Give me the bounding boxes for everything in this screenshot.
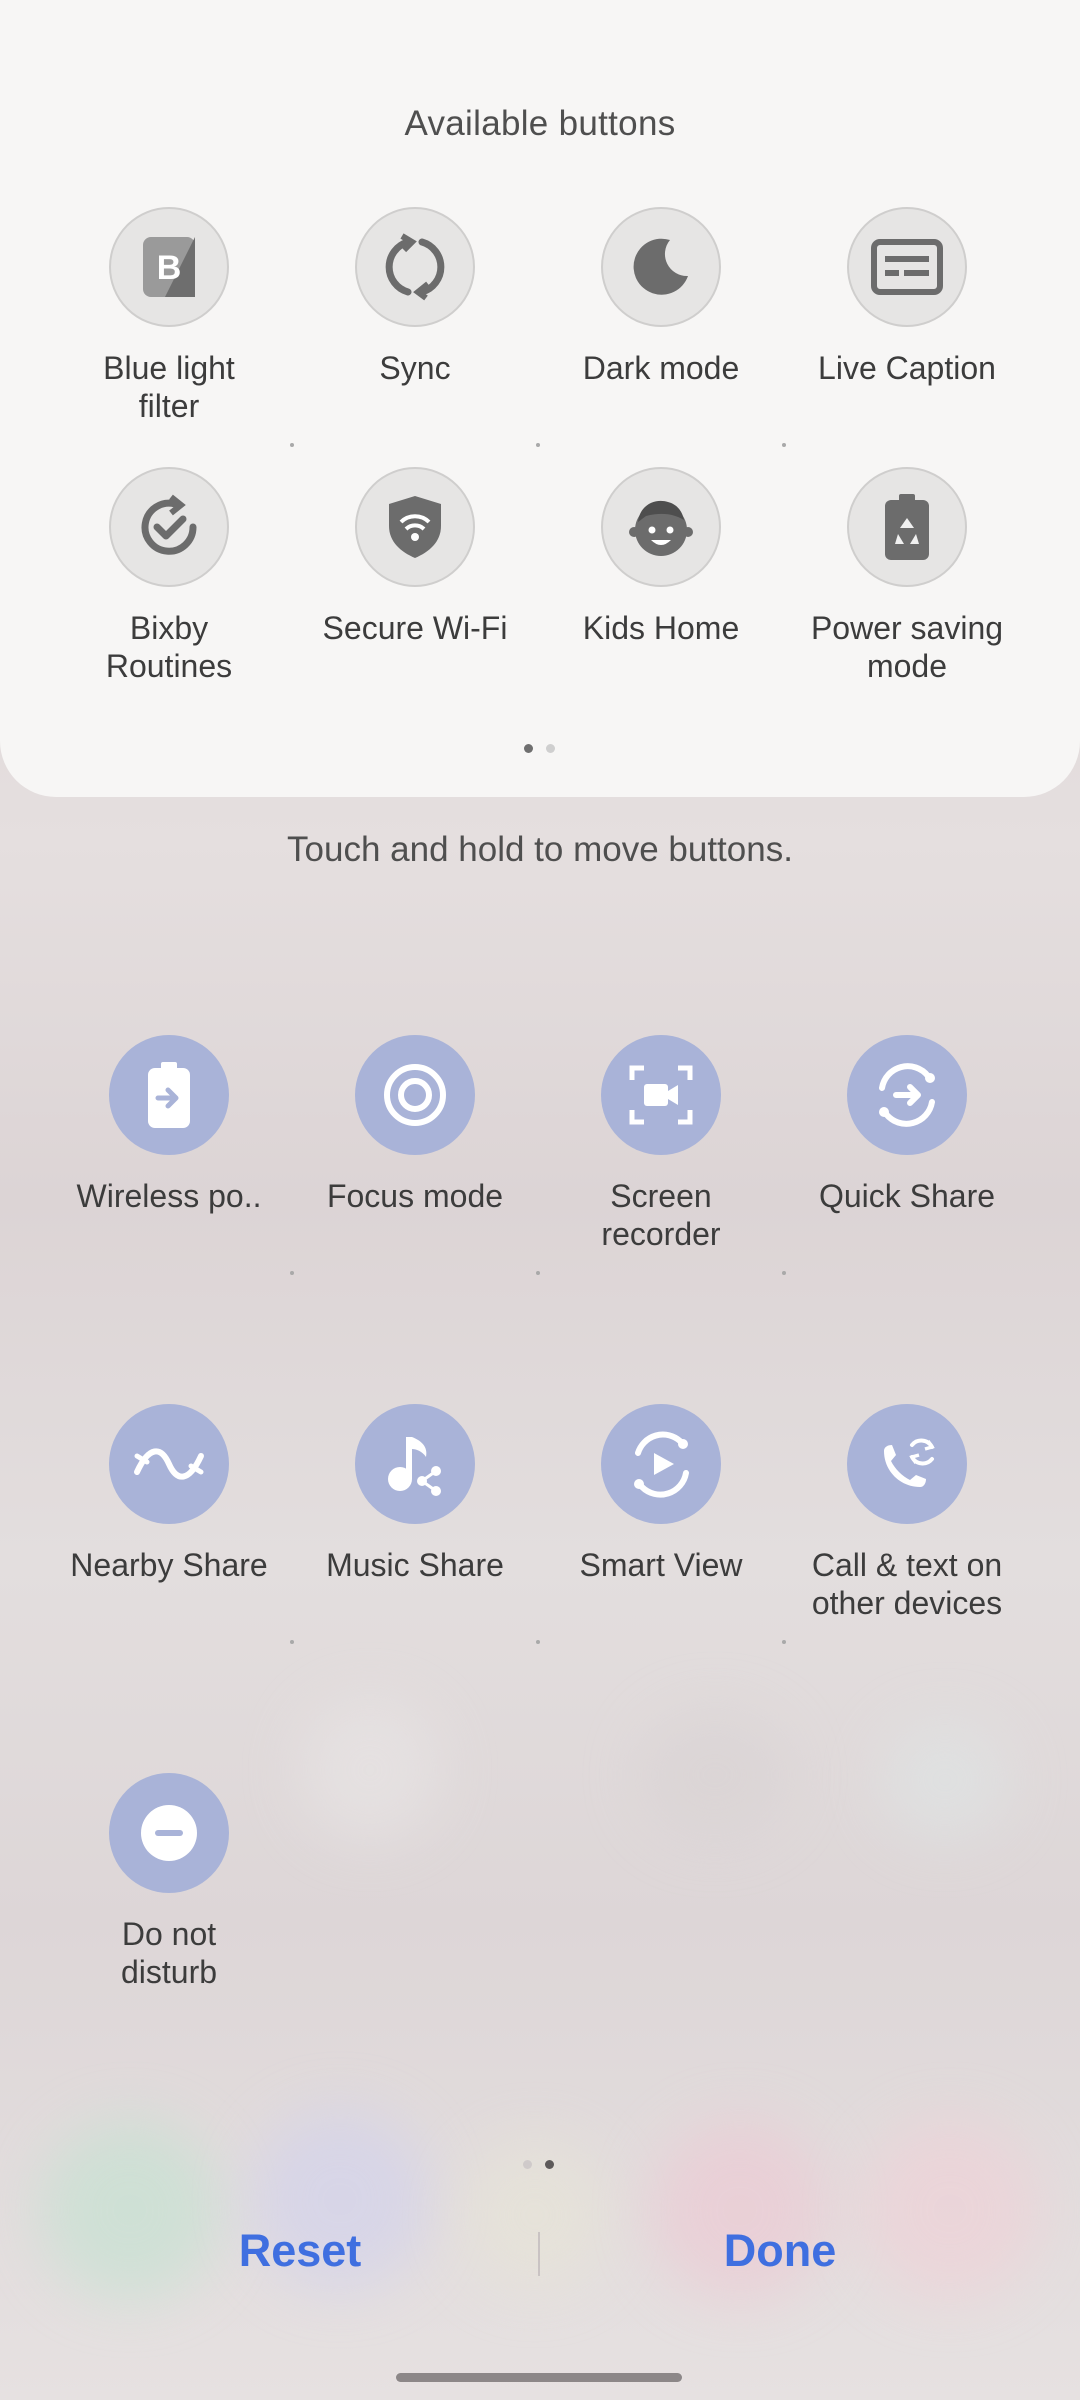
separator-dot <box>782 443 786 447</box>
separator-dot <box>536 443 540 447</box>
button-label: Call & text on other devices <box>811 1547 1003 1621</box>
active-button-quick-share[interactable]: Quick Share <box>784 1035 1030 1215</box>
routines-icon <box>109 467 229 587</box>
page-indicator-dot[interactable] <box>546 744 555 753</box>
gesture-navigation-bar[interactable] <box>396 2373 682 2382</box>
available-button-dark-mode[interactable]: Dark mode <box>538 207 784 387</box>
call-text-icon <box>847 1404 967 1524</box>
focus-icon <box>355 1035 475 1155</box>
available-button-blue-light-filter[interactable]: B Blue light filter <box>46 207 292 425</box>
quick-share-icon <box>847 1035 967 1155</box>
active-button-nearby-share[interactable]: Nearby Share <box>46 1404 292 1584</box>
active-button-do-not-disturb[interactable]: Do not disturb <box>46 1773 292 1991</box>
wireless-powershare-icon <box>109 1035 229 1155</box>
button-label: Blue light filter <box>103 350 235 424</box>
button-label: Dark mode <box>582 350 740 386</box>
available-button-kids-home[interactable]: Kids Home <box>538 467 784 647</box>
svg-text:B: B <box>157 249 182 287</box>
kids-face-icon <box>601 467 721 587</box>
done-button[interactable]: Done <box>630 2225 930 2277</box>
background-blur <box>300 1700 440 1840</box>
separator-dot <box>536 1640 540 1644</box>
button-label: Live Caption <box>818 350 996 386</box>
available-button-bixby-routines[interactable]: Bixby Routines <box>46 467 292 685</box>
moon-icon <box>601 207 721 327</box>
page-indicator-dot[interactable] <box>523 2160 532 2169</box>
button-label: Sync <box>379 350 451 386</box>
available-buttons-panel: Available buttons B Blue light filter Sy… <box>0 0 1080 797</box>
active-button-music-share[interactable]: Music Share <box>292 1404 538 1584</box>
button-label: Wireless po.. <box>76 1178 262 1214</box>
panel-title: Available buttons <box>404 104 676 143</box>
available-button-power-saving-mode[interactable]: Power saving mode <box>784 467 1030 685</box>
button-label: Kids Home <box>582 610 740 646</box>
background-blur <box>460 2140 610 2290</box>
power-saving-icon <box>847 467 967 587</box>
do-not-disturb-icon <box>109 1773 229 1893</box>
blue-light-filter-icon: B <box>109 207 229 327</box>
button-label: Power saving mode <box>810 610 1004 684</box>
active-button-focus-mode[interactable]: Focus mode <box>292 1035 538 1215</box>
available-button-secure-wifi[interactable]: Secure Wi-Fi <box>292 467 538 647</box>
active-button-wireless-powershare[interactable]: Wireless po.. <box>46 1035 292 1215</box>
available-button-live-caption[interactable]: Live Caption <box>784 207 1030 387</box>
move-buttons-hint: Touch and hold to move buttons. <box>287 830 793 869</box>
active-button-call-text-other-devices[interactable]: Call & text on other devices <box>784 1404 1030 1622</box>
button-label: Music Share <box>326 1547 504 1583</box>
active-button-screen-recorder[interactable]: Screen recorder <box>538 1035 784 1253</box>
reset-button[interactable]: Reset <box>150 2225 450 2277</box>
active-button-smart-view[interactable]: Smart View <box>538 1404 784 1584</box>
action-divider <box>538 2232 540 2276</box>
separator-dot <box>290 1271 294 1275</box>
button-label: Nearby Share <box>70 1547 268 1583</box>
button-label: Smart View <box>579 1547 743 1583</box>
page-indicator-dot-active[interactable] <box>545 2160 554 2169</box>
background-blur <box>880 1720 1010 1840</box>
separator-dot <box>290 1640 294 1644</box>
button-label: Do not disturb <box>120 1916 218 1990</box>
secure-wifi-icon <box>355 467 475 587</box>
button-label: Screen recorder <box>601 1178 721 1252</box>
button-label: Quick Share <box>818 1178 996 1214</box>
sync-icon <box>355 207 475 327</box>
background-blur <box>640 1710 790 1840</box>
separator-dot <box>536 1271 540 1275</box>
music-share-icon <box>355 1404 475 1524</box>
separator-dot <box>782 1271 786 1275</box>
caption-icon <box>847 207 967 327</box>
screen-recorder-icon <box>601 1035 721 1155</box>
button-label: Focus mode <box>326 1178 504 1214</box>
smart-view-icon <box>601 1404 721 1524</box>
nearby-share-icon <box>109 1404 229 1524</box>
available-button-sync[interactable]: Sync <box>292 207 538 387</box>
button-label: Bixby Routines <box>105 610 233 684</box>
separator-dot <box>782 1640 786 1644</box>
separator-dot <box>290 443 294 447</box>
button-label: Secure Wi-Fi <box>322 610 508 646</box>
page-indicator-dot-active[interactable] <box>524 744 533 753</box>
